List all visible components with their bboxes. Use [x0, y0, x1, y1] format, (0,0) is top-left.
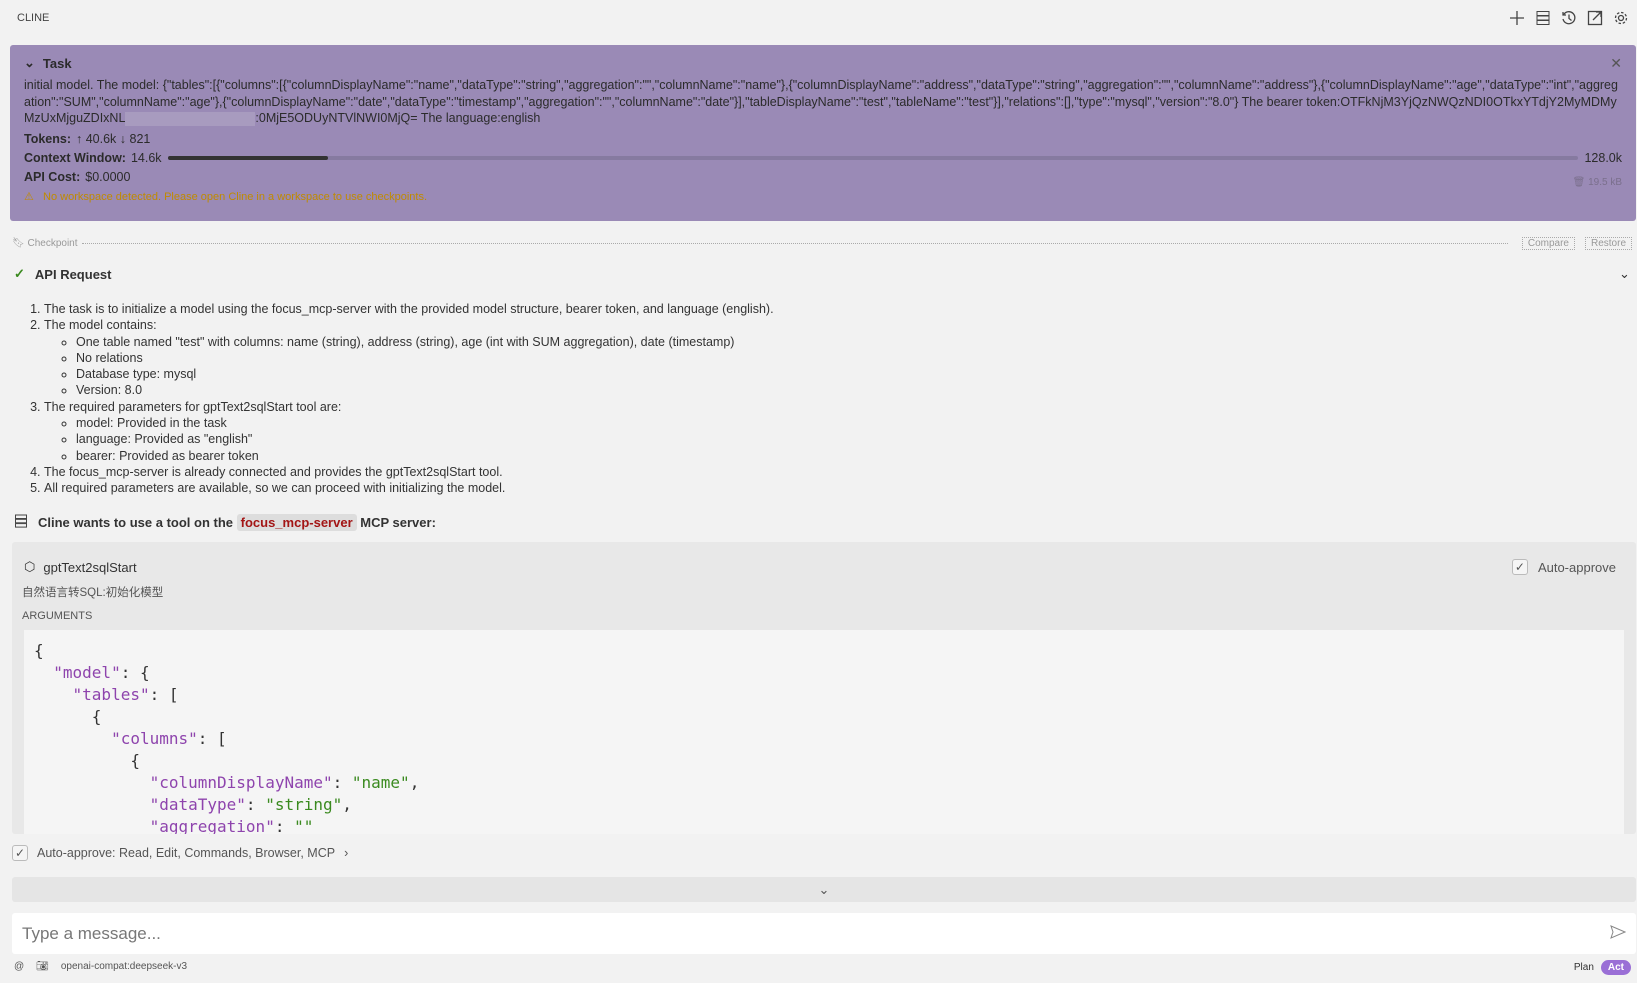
context-window-row: Context Window: 14.6k 128.0k	[24, 150, 1622, 165]
sub-list-item: No relations	[76, 350, 774, 366]
footer: @ 📷︎ openai-compat:deepseek-v3	[14, 961, 187, 972]
arguments-label: ARGUMENTS	[22, 610, 93, 622]
sub-list-item: model: Provided in the task	[76, 415, 774, 431]
task-header[interactable]: ⌄ Task	[24, 55, 1622, 71]
mode-toggle[interactable]: Plan Act	[1567, 960, 1631, 975]
popout-icon[interactable]	[1585, 8, 1605, 28]
message-input[interactable]	[22, 923, 1610, 944]
tool-name: gptText2sqlStart	[43, 559, 137, 575]
gear-icon[interactable]	[1611, 8, 1631, 28]
sub-list-item: Version: 8.0	[76, 382, 774, 398]
redacted-region	[125, 111, 256, 126]
close-icon[interactable]: ✕	[1610, 55, 1622, 72]
model-selector[interactable]: openai-compat:deepseek-v3	[61, 961, 187, 972]
task-label: Task	[42, 55, 72, 71]
camera-icon[interactable]: 📷︎	[36, 961, 49, 972]
tokens-row: Tokens: ↑ 40.6k ↓ 821	[24, 131, 151, 146]
code-line: "model": {	[53, 663, 150, 682]
send-icon[interactable]	[1610, 925, 1627, 942]
list-item: The focus_mcp-server is already connecte…	[44, 464, 774, 480]
check-icon: ✓	[14, 266, 25, 281]
arguments-code: { "model": { "tables": [ { "columns": [ …	[24, 630, 1624, 834]
trash-icon: 🗑	[1572, 177, 1586, 188]
plan-mode-button[interactable]: Plan	[1567, 960, 1601, 975]
sub-list-item: language: Provided as "english"	[76, 431, 774, 447]
code-line: "aggregation": ""	[149, 817, 314, 834]
code-line: {	[34, 707, 102, 726]
tool-auto-approve-checkbox[interactable]: ✓ Auto-approve	[1511, 559, 1616, 575]
delete-task-button[interactable]: 🗑 19.5 kB	[1573, 177, 1622, 188]
code-line: {	[34, 641, 44, 660]
task-panel: ⌄ Task initial model. The model: {"tables…	[10, 45, 1636, 221]
server-icon[interactable]	[1533, 8, 1553, 28]
api-request-content: The task is to initialize a model using …	[30, 301, 774, 497]
code-line: "columnDisplayName": "name",	[149, 773, 420, 792]
compare-button[interactable]: Compare	[1521, 237, 1575, 250]
list-item: The task is to initialize a model using …	[44, 301, 774, 317]
auto-approve-checkbox[interactable]: ✓	[12, 845, 28, 861]
list-item: The required parameters for gptText2sqlS…	[44, 399, 774, 464]
tool-card: ⬡ gptText2sqlStart 自然语言转SQL:初始化模型 ARGUMEN…	[12, 542, 1636, 834]
auto-approve-bar[interactable]: ✓ Auto-approve: Read, Edit, Commands, Br…	[12, 845, 348, 861]
history-icon[interactable]	[1559, 8, 1579, 28]
mcp-request-header: Cline wants to use a tool on the focus_m…	[14, 514, 436, 531]
list-item: All required parameters are available, s…	[44, 480, 774, 496]
checkbox-icon: ✓	[1511, 559, 1528, 575]
act-mode-button[interactable]: Act	[1600, 960, 1631, 975]
code-line: "dataType": "string",	[149, 795, 352, 814]
code-line: {	[34, 751, 140, 770]
restore-button[interactable]: Restore	[1584, 237, 1632, 250]
tool-description: 自然语言转SQL:初始化模型	[22, 587, 164, 599]
list-item: The model contains:One table named "test…	[44, 317, 774, 398]
sub-list-item: One table named "test" with columns: nam…	[76, 334, 774, 350]
panel-title: CLINE	[17, 12, 50, 24]
code-line: "tables": [	[72, 685, 179, 704]
plus-icon[interactable]	[1507, 8, 1527, 28]
message-input-box	[12, 913, 1636, 954]
server-icon	[14, 514, 28, 531]
server-name-badge: focus_mcp-server	[236, 514, 357, 531]
workspace-warning: ⚠ No workspace detected. Please open Cli…	[24, 190, 428, 203]
checkpoint-row: 🔖︎ Checkpoint Compare Restore	[12, 237, 1632, 250]
mention-icon[interactable]: @	[14, 961, 24, 972]
chevron-right-icon: ›	[344, 846, 349, 860]
chevron-down-icon: ⌄	[818, 881, 830, 897]
api-request-header[interactable]: ✓ API Request ⌄	[14, 266, 1634, 282]
api-cost-row: API Cost: $0.0000	[24, 169, 131, 184]
cube-icon: ⬡	[24, 559, 36, 574]
sub-list-item: Database type: mysql	[76, 366, 774, 382]
chevron-down-icon: ⌄	[24, 55, 35, 70]
task-text: initial model. The model: {"tables":[{"c…	[24, 78, 1618, 126]
chevron-down-icon[interactable]: ⌄	[1619, 266, 1630, 282]
code-line: "columns": [	[111, 729, 227, 748]
scroll-down-button[interactable]: ⌄	[12, 877, 1636, 902]
sub-list-item: bearer: Provided as bearer token	[76, 448, 774, 464]
context-progress-bar	[167, 155, 1579, 160]
bookmark-icon: 🔖︎	[12, 238, 25, 249]
